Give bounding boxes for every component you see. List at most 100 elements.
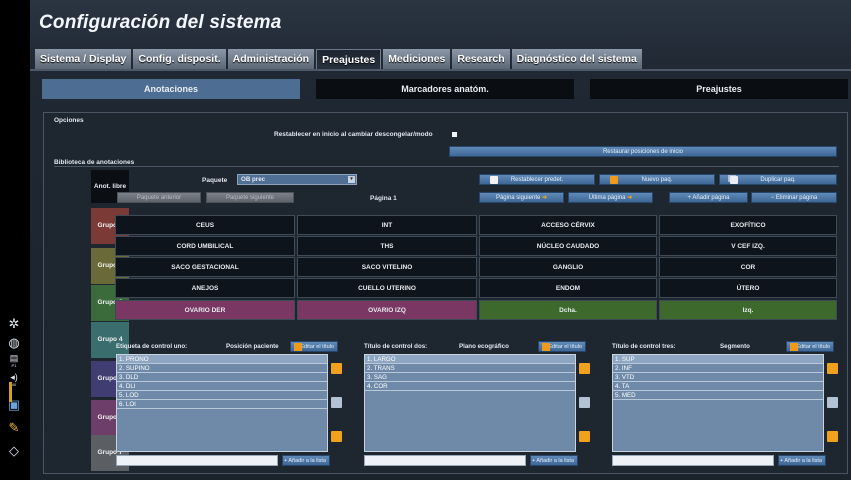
list-item[interactable]: 4. COR (365, 382, 575, 391)
annotation-cell[interactable]: OVARIO IZQ (297, 300, 477, 320)
restore-default-label: Restablecer predet. (510, 177, 564, 183)
list-item[interactable]: 1. PRONO (117, 355, 327, 364)
control-list-2[interactable]: 1. LARGO 2. TRANS 3. SAG 4. COR (364, 354, 576, 452)
control-list-3[interactable]: 1. SUP 2. INF 3. VTD 4. TA 5. MED (612, 354, 824, 452)
volume-level-bar (9, 382, 12, 402)
add-item-input[interactable] (116, 455, 278, 466)
tab-sistema-display[interactable]: Sistema / Display (35, 49, 132, 69)
annotation-cell[interactable]: Dcha. (479, 300, 657, 320)
subtab-marcadores[interactable]: Marcadores anatóm. (316, 79, 574, 99)
clean-icon[interactable]: ✎ (6, 420, 22, 436)
delete-item-button[interactable] (827, 397, 838, 408)
annotation-cell[interactable]: ANEJOS (115, 278, 295, 298)
list-item[interactable]: 6. LOI (117, 400, 327, 409)
edit-title-label: Editar el título (796, 344, 830, 350)
annotation-cell[interactable]: SACO VITELINO (297, 257, 477, 277)
list-item[interactable]: 4. DLI (117, 382, 327, 391)
tab-mediciones[interactable]: Mediciones (383, 49, 451, 69)
list-item[interactable]: 5. LOD (117, 391, 327, 400)
add-item-input[interactable] (364, 455, 526, 466)
add-to-list-button[interactable]: + Añadir a la lista (778, 455, 826, 466)
add-to-list-button[interactable]: + Añadir a la lista (530, 455, 578, 466)
duplicate-package-button[interactable]: Duplicar paq. (719, 174, 837, 185)
annotation-cell[interactable]: CEUS (115, 215, 295, 235)
list-item[interactable]: 1. SUP (613, 355, 823, 364)
delete-item-button[interactable] (579, 397, 590, 408)
restore-positions-button[interactable]: Restaurar posiciones de inicio (449, 146, 837, 157)
restore-default-button[interactable]: Restablecer predet. (479, 174, 595, 185)
annotation-cell[interactable]: ENDOM (479, 278, 657, 298)
package-label: Paquete (202, 177, 228, 184)
list-item[interactable]: 3. SAG (365, 373, 575, 382)
edit-title-button[interactable]: Editar el título (290, 341, 338, 352)
control-title-label: Título de control tres: (612, 343, 676, 350)
annotation-cell[interactable]: EXOFÍTICO (659, 215, 837, 235)
annotation-cell[interactable]: SACO GESTACIONAL (115, 257, 295, 277)
annotation-cell[interactable]: V CEF IZQ. (659, 236, 837, 256)
prev-package-button[interactable]: Paquete anterior (117, 192, 201, 203)
control-list-1[interactable]: 1. PRONO 2. SUPINO 3. DLD 4. DLI 5. LOD 6. LO… (116, 354, 328, 452)
chevron-down-icon: ▾ (348, 176, 355, 183)
subtab-preajustes[interactable]: Preajustes (590, 79, 848, 99)
annotation-cell[interactable]: ÚTERO (659, 278, 837, 298)
tab-preajustes[interactable]: Preajustes (316, 49, 382, 69)
restore-on-start-label: Restablecer en inicio al cambiar descong… (274, 131, 433, 138)
delete-page-button[interactable]: − Eliminar página (751, 192, 837, 203)
list-item[interactable]: 3. VTD (613, 373, 823, 382)
move-down-button[interactable] (579, 431, 590, 442)
last-page-button[interactable]: Última página ➜ (568, 192, 653, 203)
group-button-4[interactable]: Grupo 4 (91, 322, 129, 358)
annotation-cell[interactable]: CORD UMBILICAL (115, 236, 295, 256)
next-package-button[interactable]: Paquete siguiente (206, 192, 294, 203)
list-item[interactable]: 5. MED (613, 391, 823, 400)
move-down-button[interactable] (331, 431, 342, 442)
list-item[interactable]: 1. LARGO (365, 355, 575, 364)
print-icon[interactable]: ▤ P1 (6, 354, 22, 370)
options-section-label: Opciones (54, 117, 84, 124)
delete-page-label: Eliminar página (775, 195, 818, 201)
edit-title-label: Editar el título (300, 344, 334, 350)
subtab-anotaciones[interactable]: Anotaciones (42, 79, 300, 99)
new-package-button[interactable]: Nuevo paq. (599, 174, 715, 185)
tab-divider (30, 69, 851, 71)
annotation-cell[interactable]: NÚCLEO CAUDADO (479, 236, 657, 256)
add-page-button[interactable]: + Añadir página (669, 192, 748, 203)
minus-icon: − (770, 195, 775, 201)
annotation-cell[interactable]: OVARIO DER (115, 300, 295, 320)
edit-title-button[interactable]: Editar el título (538, 341, 586, 352)
list-item[interactable]: 2. INF (613, 364, 823, 373)
annotation-cell[interactable]: GANGLIO (479, 257, 657, 277)
tab-administracion[interactable]: Administración (227, 49, 315, 69)
annotation-cell[interactable]: Izq. (659, 300, 837, 320)
volume-label: 40 (11, 382, 17, 387)
globe-icon[interactable]: ◍ (6, 335, 22, 351)
package-select[interactable]: OB prec ▾ (237, 174, 357, 185)
edit-title-button[interactable]: Editar el título (786, 341, 834, 352)
move-up-button[interactable] (827, 363, 838, 374)
list-item[interactable]: 2. TRANS (365, 364, 575, 373)
annotation-cell[interactable]: CUELLO UTERINO (297, 278, 477, 298)
tab-config-disposit[interactable]: Config. disposit. (133, 49, 226, 69)
annotation-cell[interactable]: COR (659, 257, 837, 277)
add-to-list-button[interactable]: + Añadir a la lista (282, 455, 330, 466)
move-up-button[interactable] (331, 363, 342, 374)
restore-on-start-checkbox[interactable] (452, 132, 457, 137)
annotation-cell[interactable]: THS (297, 236, 477, 256)
list-item[interactable]: 3. DLD (117, 373, 327, 382)
annotation-cell[interactable]: INT (297, 215, 477, 235)
system-config-window: Configuración del sistema Sistema / Disp… (30, 0, 851, 480)
move-down-button[interactable] (827, 431, 838, 442)
add-item-input[interactable] (612, 455, 774, 466)
next-page-button[interactable]: Página siguiente ➜ (479, 192, 564, 203)
collapse-icon[interactable]: ◇ (6, 443, 22, 459)
tab-research[interactable]: Research (452, 49, 510, 69)
list-item[interactable]: 2. SUPINO (117, 364, 327, 373)
delete-item-button[interactable] (331, 397, 342, 408)
settings-wheel-icon[interactable]: ✲ (6, 316, 22, 332)
tab-diagnostico[interactable]: Diagnóstico del sistema (511, 49, 642, 69)
edit-icon (542, 343, 550, 351)
list-item[interactable]: 4. TA (613, 382, 823, 391)
control-title-value: Plano ecográfico (459, 343, 509, 350)
move-up-button[interactable] (579, 363, 590, 374)
annotation-cell[interactable]: ACCESO CÉRVIX (479, 215, 657, 235)
